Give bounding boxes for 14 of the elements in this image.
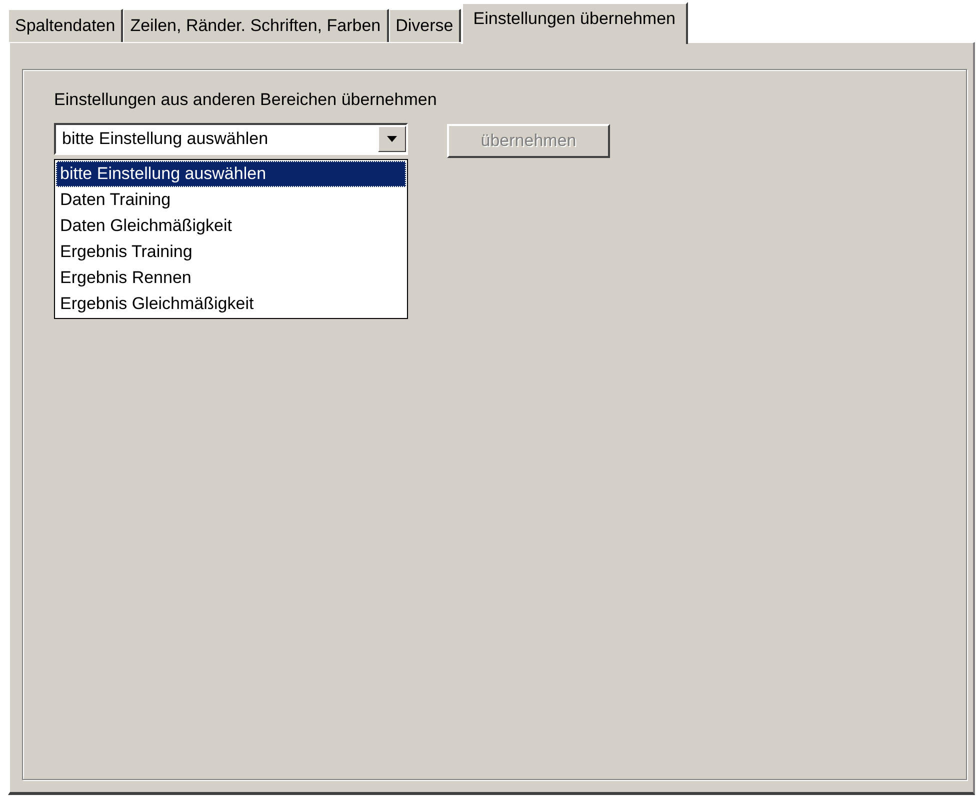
dropdown-option[interactable]: Ergebnis Rennen: [56, 265, 406, 291]
dropdown-button[interactable]: [378, 126, 406, 152]
tab[interactable]: Spaltendaten: [8, 9, 124, 42]
caret-icon: [387, 136, 397, 142]
dropdown-option[interactable]: Daten Training: [56, 187, 406, 213]
group-label: Einstellungen aus anderen Bereichen übernehmen: [54, 90, 438, 110]
dropdown-field[interactable]: bitte Einstellung auswählen: [54, 123, 408, 155]
dropdown-option[interactable]: bitte Einstellung auswählen: [56, 161, 406, 187]
tab[interactable]: Einstellungen übernehmen: [461, 2, 688, 44]
dropdown-option[interactable]: Ergebnis Gleichmäßigkeit: [56, 291, 406, 317]
tab[interactable]: Zeilen, Ränder. Schriften, Farben: [123, 9, 389, 42]
dropdown-option[interactable]: Daten Gleichmäßigkeit: [56, 213, 406, 239]
tab[interactable]: Diverse: [388, 9, 462, 42]
dropdown-option[interactable]: Ergebnis Training: [56, 239, 406, 265]
